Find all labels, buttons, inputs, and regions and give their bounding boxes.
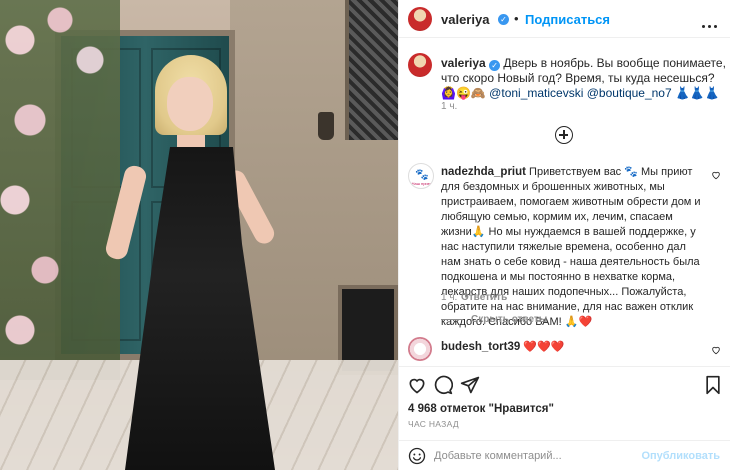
photo-window: [345, 0, 398, 140]
caption-avatar[interactable]: [408, 53, 432, 77]
likes-count[interactable]: 4 968 отметок "Нравится": [408, 403, 554, 415]
caption-username[interactable]: valeriya: [441, 56, 486, 70]
author-username[interactable]: valeriya: [441, 12, 489, 27]
share-send-icon[interactable]: [460, 375, 480, 395]
post-time-ago[interactable]: ЧАС НАЗАД: [408, 419, 459, 429]
load-more-comments-icon[interactable]: [555, 126, 573, 144]
comment-input[interactable]: [434, 446, 654, 466]
comment-bubble-icon[interactable]: [433, 375, 453, 395]
comment-username[interactable]: budesh_tort39: [441, 341, 520, 353]
save-bookmark-icon[interactable]: [703, 375, 723, 395]
comment-text: ❤️❤️❤️: [520, 341, 565, 353]
avatar-caption: Наш приют: [411, 181, 433, 186]
hide-replies-button[interactable]: Скрыть ответы: [441, 314, 547, 325]
comment-budesh: budesh_tort39 ❤️❤️❤️: [441, 340, 703, 355]
comment-composer: Опубликовать: [399, 440, 730, 470]
emoji-smiley-icon[interactable]: [408, 447, 426, 465]
caption-mention-1[interactable]: @toni_maticevski: [489, 86, 583, 100]
caption-time[interactable]: 1 ч.: [441, 101, 457, 112]
comment-text: Приветствуем вас 🐾 Мы приют для бездомны…: [441, 166, 701, 328]
author-avatar[interactable]: [408, 7, 432, 31]
verified-badge-icon: ✓: [498, 14, 509, 25]
like-comment-heart-icon[interactable]: [711, 345, 721, 355]
comment-avatar-budesh[interactable]: [408, 337, 432, 361]
photo-lamp: [318, 112, 334, 140]
post-photo[interactable]: [0, 0, 398, 470]
caption-mention-2[interactable]: @boutique_no7: [587, 86, 672, 100]
photo-woman: [103, 55, 285, 470]
publish-button[interactable]: Опубликовать: [641, 450, 720, 462]
post-actions-bar: [399, 366, 730, 402]
comment-nadezhda: nadezhda_priut Приветствуем вас 🐾 Мы при…: [441, 165, 703, 330]
post-header: valeriya ✓ • Подписаться: [399, 0, 730, 38]
follow-button[interactable]: Подписаться: [525, 12, 610, 27]
caption-verified-icon: ✓: [489, 60, 501, 71]
header-separator: •: [514, 11, 519, 26]
like-heart-icon[interactable]: [407, 375, 427, 395]
more-options-icon[interactable]: [702, 16, 722, 28]
paw-icon: 🐾: [415, 169, 429, 181]
comment-time[interactable]: 1 ч.: [441, 292, 457, 303]
like-comment-heart-icon[interactable]: [711, 170, 721, 180]
post-side-panel: valeriya ✓ • Подписаться valeriya ✓ Двер…: [399, 0, 730, 470]
post-caption: valeriya ✓ Дверь в ноябрь. Вы вообще пон…: [441, 56, 726, 101]
comment-avatar-nadezhda[interactable]: 🐾 Наш приют: [408, 163, 434, 189]
comment-reply-button[interactable]: Ответить: [461, 292, 507, 303]
comment-username[interactable]: nadezhda_priut: [441, 166, 526, 178]
caption-tail: 👗👗👗: [671, 86, 720, 100]
photo-flowers: [0, 0, 120, 380]
